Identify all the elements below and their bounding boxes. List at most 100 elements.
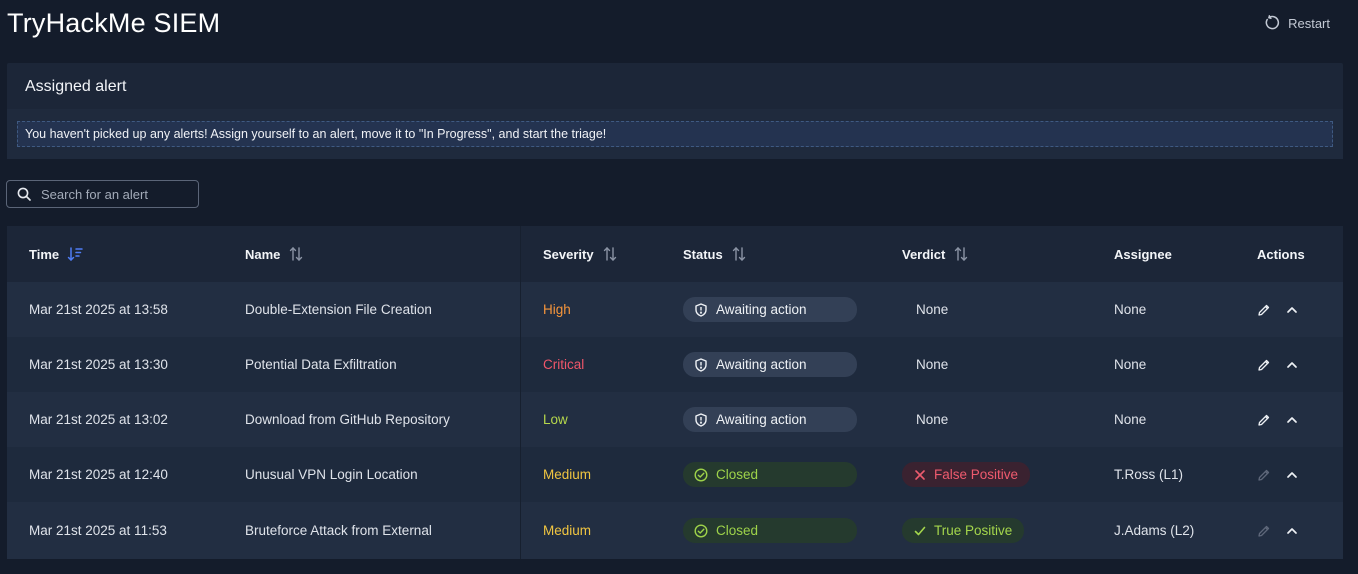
restart-button[interactable]: Restart [1264, 15, 1330, 31]
alert-actions [1257, 447, 1299, 502]
shield-icon [695, 412, 707, 427]
chevron-up-icon[interactable] [1285, 358, 1299, 372]
pencil-icon [1258, 469, 1270, 481]
verdict-badge: True Positive [902, 518, 1025, 543]
column-header-time[interactable]: Time [29, 226, 83, 282]
assigned-alert-title: Assigned alert [25, 78, 127, 95]
status-badge: Closed [683, 462, 857, 487]
status-label: Closed [716, 523, 759, 538]
restart-label: Restart [1288, 15, 1330, 31]
search-input[interactable] [41, 186, 181, 202]
verdict-badge: False Positive [902, 462, 1031, 487]
sort-icon[interactable] [288, 246, 304, 262]
x-icon [915, 469, 925, 480]
sort-icon[interactable] [953, 246, 969, 262]
table-row[interactable]: Mar 21st 2025 at 11:53 Bruteforce Attack… [7, 502, 1343, 559]
alert-assignee: None [1114, 412, 1147, 427]
alert-name: Unusual VPN Login Location [245, 467, 418, 482]
status-badge: Closed [683, 518, 857, 543]
table-row[interactable]: Mar 21st 2025 at 12:40 Unusual VPN Login… [7, 447, 1343, 502]
alert-verdict: False Positive [902, 447, 1031, 502]
sort-icon[interactable] [731, 246, 747, 262]
chevron-up-icon[interactable] [1285, 413, 1299, 427]
pencil-icon[interactable] [1257, 358, 1271, 372]
alert-severity: Low [543, 412, 568, 427]
alert-severity: Critical [543, 357, 585, 372]
column-header-label: Assignee [1114, 246, 1172, 262]
alert-actions [1257, 502, 1299, 559]
assigned-alert-panel: Assigned alert You haven't picked up any… [7, 63, 1343, 159]
alert-assignee: T.Ross (L1) [1114, 467, 1184, 482]
alert-name: Download from GitHub Repository [245, 412, 450, 427]
alert-verdict: True Positive [902, 502, 1025, 559]
column-header-label: Name [245, 246, 281, 262]
alert-status: Awaiting action [683, 337, 857, 392]
status-badge: Awaiting action [683, 297, 857, 322]
column-header-verdict[interactable]: Verdict [902, 226, 969, 282]
table-row[interactable]: Mar 21st 2025 at 13:30 Potential Data Ex… [7, 337, 1343, 392]
alert-actions [1257, 337, 1299, 392]
alert-verdict: None [916, 302, 949, 317]
verdict-label: False Positive [934, 467, 1019, 482]
alert-time: Mar 21st 2025 at 13:30 [29, 357, 168, 372]
column-header-severity[interactable]: Severity [543, 226, 618, 282]
alert-status: Closed [683, 447, 857, 502]
status-label: Awaiting action [716, 302, 807, 317]
alert-verdict: None [916, 357, 949, 372]
alert-severity: High [543, 302, 571, 317]
status-label: Awaiting action [716, 357, 807, 372]
chevron-up-icon[interactable] [1285, 468, 1299, 482]
alert-time: Mar 21st 2025 at 13:58 [29, 302, 168, 317]
chevron-up-icon[interactable] [1285, 524, 1299, 538]
verdict-label: True Positive [934, 523, 1013, 538]
no-alert-notice: You haven't picked up any alerts! Assign… [17, 121, 1333, 147]
shield-icon [695, 302, 707, 317]
column-header-name[interactable]: Name [245, 226, 304, 282]
column-header-actions: Actions [1257, 226, 1305, 282]
sort-icon[interactable] [602, 246, 618, 262]
column-header-assignee: Assignee [1114, 226, 1172, 282]
alert-status: Awaiting action [683, 392, 857, 447]
column-header-label: Status [683, 246, 723, 262]
alert-assignee: None [1114, 357, 1147, 372]
alert-severity: Medium [543, 467, 592, 482]
table-header: Time Name Severity Status Verdict Assign… [7, 226, 1343, 282]
pencil-icon[interactable] [1257, 303, 1271, 317]
alerts-table: Time Name Severity Status Verdict Assign… [7, 226, 1343, 559]
check-circle-icon [694, 467, 708, 482]
status-badge: Awaiting action [683, 352, 857, 377]
alert-name: Bruteforce Attack from External [245, 523, 432, 538]
status-label: Closed [716, 467, 759, 482]
pencil-icon[interactable] [1257, 413, 1271, 427]
restart-icon [1265, 15, 1280, 30]
status-label: Awaiting action [716, 412, 807, 427]
table-row[interactable]: Mar 21st 2025 at 13:58 Double-Extension … [7, 282, 1343, 337]
alert-status: Awaiting action [683, 282, 857, 337]
column-header-status[interactable]: Status [683, 226, 747, 282]
alert-name: Double-Extension File Creation [245, 302, 432, 317]
pencil-icon [1258, 525, 1270, 537]
alert-name: Potential Data Exfiltration [245, 357, 397, 372]
alert-status: Closed [683, 502, 857, 559]
column-header-label: Time [29, 246, 60, 262]
shield-icon [695, 357, 707, 372]
app-title: TryHackMe SIEM [7, 8, 221, 38]
check-icon [914, 526, 926, 535]
check-circle-icon [694, 523, 708, 538]
chevron-up-icon[interactable] [1285, 303, 1299, 317]
column-header-label: Actions [1257, 246, 1305, 262]
column-divider [520, 226, 521, 559]
sort-desc-icon[interactable] [67, 246, 83, 262]
assigned-alert-body: You haven't picked up any alerts! Assign… [7, 109, 1343, 159]
alert-assignee: None [1114, 302, 1147, 317]
alert-time: Mar 21st 2025 at 12:40 [29, 467, 168, 482]
alert-actions [1257, 282, 1299, 337]
search-icon [17, 187, 31, 201]
status-badge: Awaiting action [683, 407, 857, 432]
alert-assignee: J.Adams (L2) [1114, 523, 1195, 538]
table-row[interactable]: Mar 21st 2025 at 13:02 Download from Git… [7, 392, 1343, 447]
alert-time: Mar 21st 2025 at 13:02 [29, 412, 168, 427]
search-box[interactable] [6, 180, 199, 208]
alert-severity: Medium [543, 523, 592, 538]
alert-actions [1257, 392, 1299, 447]
